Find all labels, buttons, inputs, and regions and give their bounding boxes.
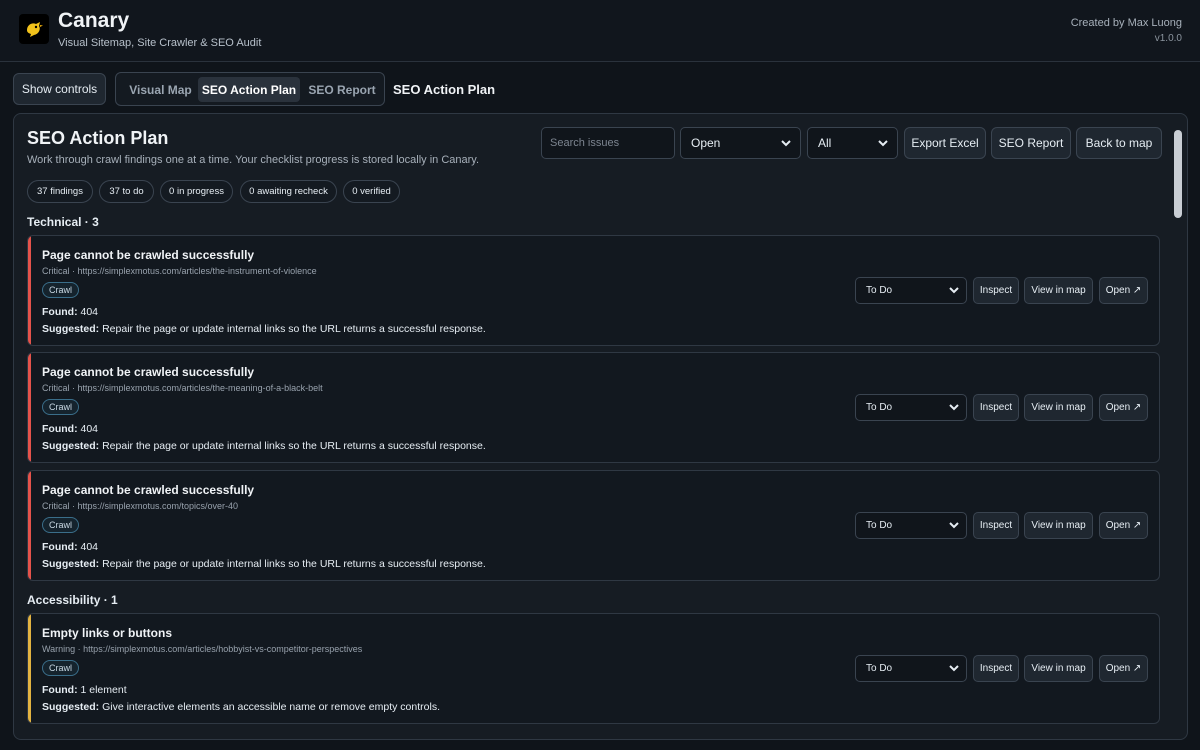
app-version: v1.0.0 — [1154, 33, 1182, 44]
severity-bar — [28, 353, 31, 462]
inspect-button[interactable]: Inspect — [973, 394, 1019, 421]
chevron-down-icon — [949, 522, 959, 529]
issue-status-value: To Do — [866, 520, 893, 531]
app-subtitle: Visual Sitemap, Site Crawler & SEO Audit — [58, 37, 262, 49]
chevron-down-icon — [949, 404, 959, 411]
issue-meta: Critical · https://simplexmotus.com/topi… — [42, 501, 239, 511]
severity-bar — [28, 236, 31, 345]
issue-tag: Crawl — [42, 660, 80, 676]
view-in-map-button[interactable]: View in map — [1024, 394, 1093, 421]
seo-report-button[interactable]: SEO Report — [991, 127, 1071, 159]
chevron-down-icon — [949, 665, 959, 672]
section-heading-accessibility: Accessibility · 1 — [27, 593, 118, 607]
open-link-button[interactable]: Open ↗ — [1099, 394, 1148, 421]
issue-title: Page cannot be crawled successfully — [42, 483, 255, 497]
inspect-button[interactable]: Inspect — [973, 277, 1019, 304]
category-filter-select[interactable]: All — [807, 127, 898, 159]
view-in-map-button[interactable]: View in map — [1024, 655, 1093, 682]
current-view-label: SEO Action Plan — [393, 82, 496, 97]
panel-title: SEO Action Plan — [27, 128, 169, 148]
verified-count-badge: 0 verified — [343, 180, 400, 203]
todo-count-badge: 37 to do — [99, 180, 154, 203]
panel-description: Work through crawl findings one at a tim… — [27, 154, 480, 166]
issue-title: Empty links or buttons — [42, 626, 173, 640]
issue-meta: Warning · https://simplexmotus.com/artic… — [42, 644, 363, 654]
issue-tag: Crawl — [42, 282, 80, 298]
canary-logo-icon — [19, 14, 49, 44]
export-excel-button[interactable]: Export Excel — [904, 127, 986, 159]
inspect-button[interactable]: Inspect — [973, 512, 1019, 539]
status-filter-value: Open — [691, 136, 721, 150]
issue-card: Page cannot be crawled successfully Crit… — [27, 470, 1160, 581]
tab-seo-action-plan[interactable]: SEO Action Plan — [198, 77, 300, 102]
author-credit: Created by Max Luong — [1070, 17, 1182, 29]
awaiting-recheck-count-badge: 0 awaiting recheck — [240, 180, 337, 203]
view-in-map-button[interactable]: View in map — [1024, 512, 1093, 539]
issue-status-select[interactable]: To Do — [855, 655, 967, 682]
open-link-button[interactable]: Open ↗ — [1099, 277, 1148, 304]
section-heading-technical: Technical · 3 — [27, 215, 99, 229]
tab-seo-report[interactable]: SEO Report — [304, 77, 380, 102]
issue-status-value: To Do — [866, 663, 893, 674]
panel-scrollbar[interactable] — [1173, 122, 1183, 732]
view-in-map-button[interactable]: View in map — [1024, 277, 1093, 304]
issue-status-select[interactable]: To Do — [855, 512, 967, 539]
issue-suggestion: Suggested: Give interactive elements an … — [42, 701, 440, 713]
issue-card: Page cannot be crawled successfully Crit… — [27, 235, 1160, 346]
category-filter-value: All — [818, 136, 832, 150]
show-controls-button[interactable]: Show controls — [13, 73, 106, 105]
inspect-button[interactable]: Inspect — [973, 655, 1019, 682]
app-header: Canary Visual Sitemap, Site Crawler & SE… — [0, 0, 1200, 62]
app-title: Canary — [58, 9, 130, 32]
issue-meta: Critical · https://simplexmotus.com/arti… — [42, 383, 323, 393]
issue-title: Page cannot be crawled successfully — [42, 248, 255, 262]
scrollbar-thumb[interactable] — [1174, 130, 1182, 218]
in-progress-count-badge: 0 in progress — [160, 180, 233, 203]
issue-status-value: To Do — [866, 285, 893, 296]
back-to-map-button[interactable]: Back to map — [1076, 127, 1162, 159]
open-link-button[interactable]: Open ↗ — [1099, 512, 1148, 539]
chevron-down-icon — [949, 287, 959, 294]
issue-status-select[interactable]: To Do — [855, 277, 967, 304]
issue-found: Found: 404 — [42, 423, 99, 435]
status-filter-select[interactable]: Open — [680, 127, 801, 159]
tab-visual-map[interactable]: Visual Map — [122, 77, 199, 102]
issue-suggestion: Suggested: Repair the page or update int… — [42, 323, 486, 335]
chevron-down-icon — [781, 140, 791, 147]
issue-title: Page cannot be crawled successfully — [42, 365, 255, 379]
issue-suggestion: Suggested: Repair the page or update int… — [42, 558, 486, 570]
issue-found: Found: 404 — [42, 306, 99, 318]
issue-card: Empty links or buttons Warning · https:/… — [27, 613, 1160, 724]
issue-found: Found: 1 element — [42, 684, 127, 696]
issue-suggestion: Suggested: Repair the page or update int… — [42, 440, 486, 452]
search-issues-input[interactable] — [541, 127, 675, 159]
severity-bar — [28, 614, 31, 723]
view-tabs: Visual Map SEO Action Plan SEO Report — [115, 72, 385, 106]
issue-status-value: To Do — [866, 402, 893, 413]
issue-found: Found: 404 — [42, 541, 99, 553]
open-link-button[interactable]: Open ↗ — [1099, 655, 1148, 682]
issue-tag: Crawl — [42, 517, 80, 533]
severity-bar — [28, 471, 31, 580]
issue-meta: Critical · https://simplexmotus.com/arti… — [42, 266, 317, 276]
action-plan-panel: SEO Action Plan Work through crawl findi… — [13, 113, 1188, 740]
findings-count-badge: 37 findings — [27, 180, 93, 203]
issue-tag: Crawl — [42, 399, 80, 415]
issue-card: Page cannot be crawled successfully Crit… — [27, 352, 1160, 463]
chevron-down-icon — [878, 140, 888, 147]
issue-status-select[interactable]: To Do — [855, 394, 967, 421]
